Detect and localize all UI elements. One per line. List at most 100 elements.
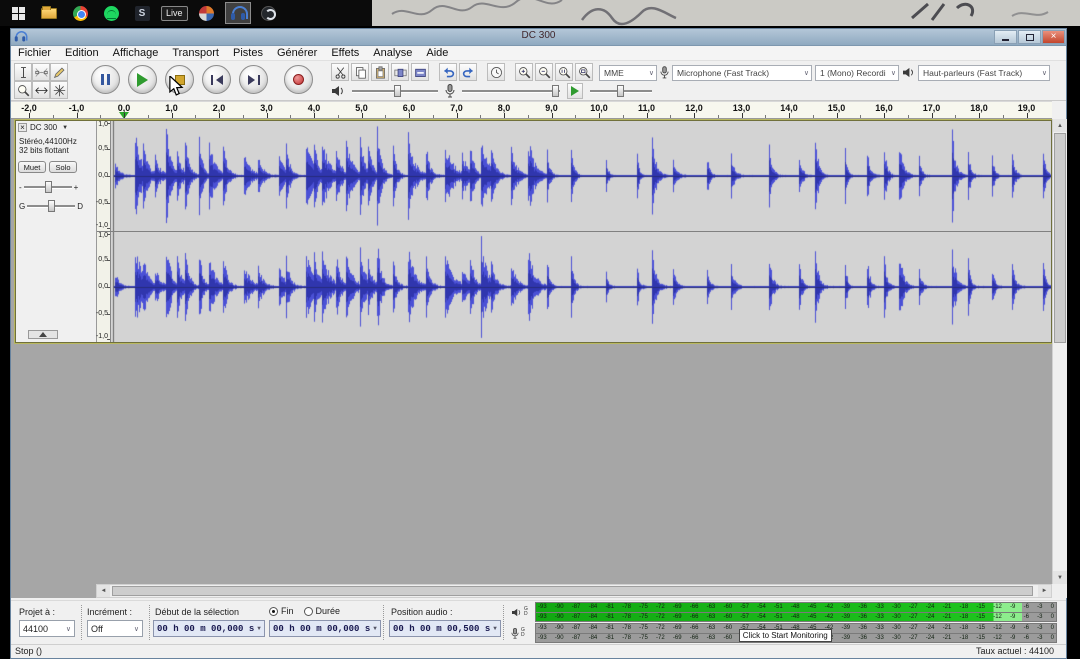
scroll-down-arrow[interactable]: ▼ (1053, 571, 1067, 584)
redo-button[interactable] (459, 63, 477, 81)
gain-thumb[interactable] (45, 181, 52, 193)
playback-speed-slider[interactable] (590, 84, 652, 98)
skip-start-button[interactable] (202, 65, 231, 94)
fit-selection-button[interactable] (555, 63, 573, 81)
spotify-button[interactable] (98, 2, 124, 24)
audio-position-field[interactable]: 00 h 00 m 00,500 s▼ (389, 620, 501, 637)
selection-tool-button[interactable] (14, 63, 32, 81)
timer-button[interactable] (487, 63, 505, 81)
media-app-button[interactable] (194, 2, 220, 24)
recording-device-select[interactable]: Microphone (Fast Track)∨ (672, 65, 812, 81)
recording-meter[interactable]: GD -93-90-87-84-81-78-75-72-69-66-63-60-… (509, 623, 1057, 643)
s-app-button[interactable]: S (129, 2, 155, 24)
length-radio[interactable]: Durée (304, 606, 341, 616)
meter-scale-label: -30 (892, 634, 901, 643)
snap-select[interactable]: Off∨ (87, 620, 143, 637)
scroll-left-arrow[interactable]: ◄ (97, 585, 110, 597)
skip-end-button[interactable] (239, 65, 268, 94)
menu-aide[interactable]: Aide (419, 47, 455, 59)
multi-tool-button[interactable] (50, 81, 68, 99)
zoom-in-button[interactable] (515, 63, 533, 81)
chevron-down-icon: ∨ (888, 69, 896, 77)
vertical-scroll-thumb[interactable] (1054, 133, 1066, 343)
separator (149, 605, 150, 640)
track-collapse-button[interactable] (28, 330, 58, 339)
selection-end-field[interactable]: 00 h 00 m 00,000 s▼ (269, 620, 381, 637)
zoom-out-button[interactable] (535, 63, 553, 81)
scrollbar-left-gap (11, 584, 96, 598)
ruler-tick (742, 113, 743, 118)
ruler-label: 17,0 (923, 103, 941, 113)
zoom-tool-button[interactable] (14, 81, 32, 99)
menu-pistes[interactable]: Pistes (226, 47, 270, 59)
scissors-icon (334, 66, 347, 79)
menu-analyse[interactable]: Analyse (366, 47, 419, 59)
vertical-scrollbar[interactable]: ▲ ▼ (1052, 119, 1067, 584)
paste-button[interactable] (371, 63, 389, 81)
track-menu-arrow-icon[interactable]: ▼ (62, 125, 68, 131)
close-button[interactable]: × (1042, 30, 1065, 44)
meter-scale-label: 0 (1051, 613, 1054, 622)
chrome-button[interactable] (67, 2, 93, 24)
scroll-right-arrow[interactable]: ► (1038, 585, 1051, 597)
audio-track[interactable]: × DC 300 ▼ Stéréo,44100Hz 32 bits flotta… (15, 120, 1052, 343)
timeshift-tool-button[interactable] (32, 81, 50, 99)
envelope-tool-button[interactable] (32, 63, 50, 81)
start-button[interactable] (5, 2, 31, 24)
live-button[interactable]: Live (160, 2, 189, 24)
draw-tool-button[interactable] (50, 63, 68, 81)
ruler-tick (267, 113, 268, 118)
undo-button[interactable] (439, 63, 457, 81)
pan-slider[interactable] (27, 199, 75, 213)
scroll-up-arrow[interactable]: ▲ (1053, 119, 1067, 132)
output-volume-slider[interactable] (352, 84, 438, 98)
recording-channels-select[interactable]: 1 (Mono) Recordi∨ (815, 65, 899, 81)
track-close-button[interactable]: × (18, 123, 27, 132)
output-volume-thumb[interactable] (394, 85, 401, 97)
trim-button[interactable] (391, 63, 409, 81)
pause-button[interactable] (91, 65, 120, 94)
monitoring-tooltip[interactable]: Click to Start Monitoring (739, 629, 832, 642)
play-at-speed-button[interactable] (567, 83, 583, 99)
menu-transport[interactable]: Transport (165, 47, 226, 59)
playback-device-select[interactable]: Haut-parleurs (Fast Track)∨ (918, 65, 1050, 81)
menu-générer[interactable]: Générer (270, 47, 324, 59)
mute-button[interactable]: Muet (18, 161, 46, 173)
play-button[interactable] (128, 65, 157, 94)
copy-button[interactable] (351, 63, 369, 81)
color-ball-icon (199, 6, 214, 21)
end-radio[interactable]: Fin (269, 606, 294, 616)
meter-scale-label: -63 (707, 603, 716, 612)
menu-affichage[interactable]: Affichage (106, 47, 166, 59)
fit-project-button[interactable] (575, 63, 593, 81)
ruler-tick (979, 113, 980, 118)
title-bar[interactable]: DC 300 × (11, 29, 1066, 46)
record-button[interactable] (284, 65, 313, 94)
menu-fichier[interactable]: Fichier (11, 47, 58, 59)
horizontal-scrollbar[interactable]: ◄ ► (96, 584, 1052, 598)
menu-effets[interactable]: Effets (324, 47, 366, 59)
input-volume-thumb[interactable] (552, 85, 559, 97)
meter-scale-label: -84 (589, 624, 598, 633)
maximize-button[interactable] (1018, 30, 1041, 44)
audacity-taskbar-button[interactable] (225, 2, 251, 24)
minimize-button[interactable] (994, 30, 1017, 44)
waveform-right[interactable] (111, 232, 1051, 342)
pan-thumb[interactable] (48, 200, 55, 212)
cut-button[interactable] (331, 63, 349, 81)
input-volume-slider[interactable] (462, 84, 560, 98)
gain-slider[interactable] (24, 180, 72, 194)
waveform-left[interactable] (111, 121, 1051, 231)
obs-button[interactable] (256, 2, 282, 24)
menu-edition[interactable]: Edition (58, 47, 106, 59)
audio-host-select[interactable]: MME∨ (599, 65, 657, 81)
solo-button[interactable]: Solo (49, 161, 77, 173)
file-explorer-button[interactable] (36, 2, 62, 24)
playback-meter[interactable]: GD -93-90-87-84-81-78-75-72-69-66-63-60-… (509, 602, 1057, 622)
horizontal-scroll-thumb[interactable] (112, 586, 1033, 596)
playback-speed-thumb[interactable] (617, 85, 624, 97)
timeline-ruler[interactable]: -2,0-1,00,01,02,03,04,05,06,07,08,09,010… (11, 101, 1052, 119)
project-rate-select[interactable]: 44100∨ (19, 620, 75, 637)
silence-button[interactable] (411, 63, 429, 81)
selection-start-field[interactable]: 00 h 00 m 00,000 s▼ (153, 620, 265, 637)
